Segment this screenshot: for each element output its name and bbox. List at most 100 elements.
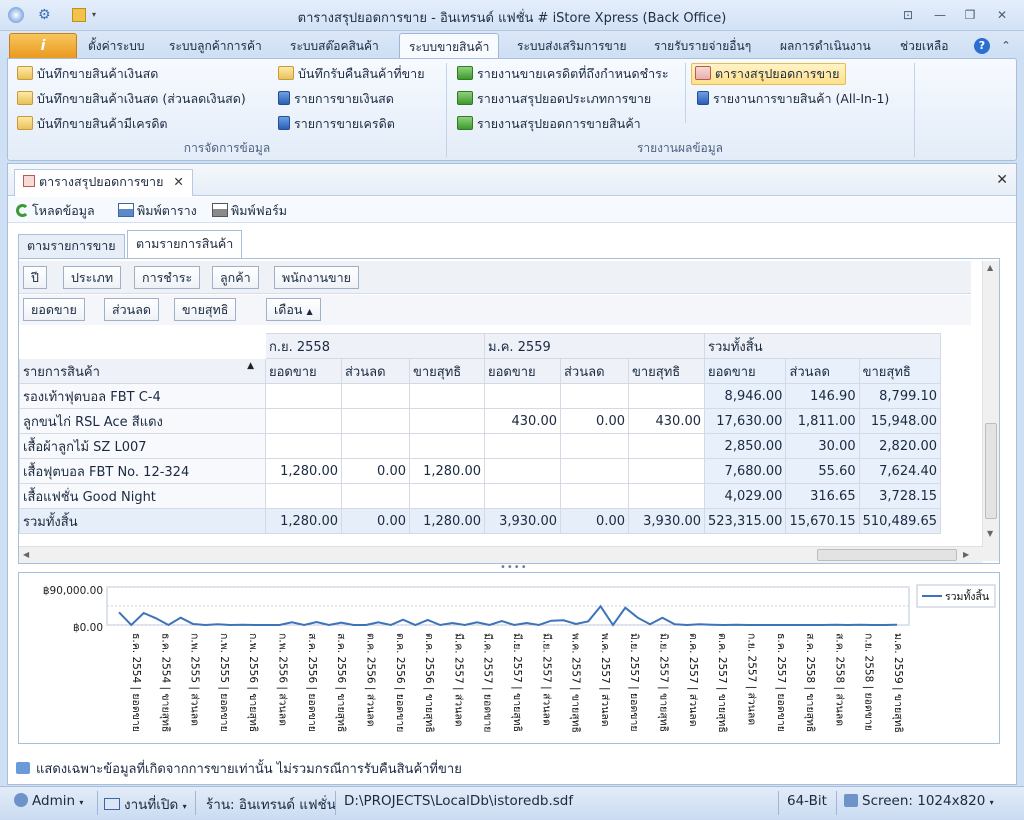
table-row[interactable]: รองเท้าฟุตบอล FBT C-4 8,946.00 146.90 8,799…: [19, 383, 942, 409]
filter-field-year[interactable]: ปี: [23, 266, 47, 289]
reload-button[interactable]: โหลดข้อมูล: [16, 201, 95, 221]
scrollbar-thumb[interactable]: [985, 423, 997, 519]
table-row[interactable]: ลูกขนไก่ RSL Ace สีแดง 430.00 0.00 430.00 17…: [19, 408, 942, 434]
column-field-label: เดือน: [274, 302, 303, 317]
value-cell: 146.90: [785, 383, 860, 409]
value-cell: [628, 383, 705, 409]
measure-header: ขายสุทธิ: [409, 358, 485, 384]
data-field-net[interactable]: ขายสุทธิ: [174, 298, 237, 321]
x-tick-label: ส.ค. 2556 | ขายสุทธิ: [335, 633, 347, 732]
ribbon-item-label: บันทึกรับคืนสินค้าที่ขาย: [298, 66, 425, 81]
value-cell: 0.00: [341, 458, 410, 484]
ribbon-item-sales-return[interactable]: บันทึกรับคืนสินค้าที่ขาย: [278, 64, 425, 86]
ribbon-item-cash-sale-discount[interactable]: บันทึกขายสินค้าเงินสด (ส่วนลดเงินสด): [17, 89, 246, 111]
scroll-left-icon[interactable]: ◀: [23, 550, 29, 559]
x-tick-label: มี.ย. 2557 | ขายสุทธิ: [511, 633, 524, 732]
folder-icon: [278, 66, 294, 80]
x-tick-label: มิ.ย. 2557 | ยอดขาย: [628, 633, 640, 732]
status-divider: [836, 791, 837, 815]
filter-field-type[interactable]: ประเภท: [63, 266, 122, 289]
column-field-month[interactable]: เดือน ▲: [266, 298, 321, 321]
ribbon-item-cash-sales-list[interactable]: รายการขายเงินสด: [278, 89, 394, 111]
print-table-button[interactable]: พิมพ์ตาราง: [118, 201, 197, 221]
filter-field-payment[interactable]: การชำระ: [134, 266, 201, 289]
column-group-header[interactable]: ก.ย. 2558: [265, 333, 485, 359]
x-tick-label: ธ.ค. 2554 | ยอดขาย: [130, 633, 142, 732]
data-field-discount[interactable]: ส่วนลด: [104, 298, 159, 321]
collapse-ribbon-icon[interactable]: ⌃: [998, 38, 1014, 54]
ribbon-item-all-in-one-report[interactable]: รายงานการขายสินค้า (All-In-1): [697, 89, 889, 111]
footer-note-text: แสดงเฉพาะข้อมูลที่เกิดจากการขายเท่านั้น …: [36, 762, 462, 777]
scroll-down-icon[interactable]: ▼: [987, 529, 993, 538]
close-document-icon[interactable]: ✕: [996, 172, 1008, 188]
column-group-header[interactable]: ม.ค. 2559: [484, 333, 705, 359]
tab-stock[interactable]: ระบบสต๊อคสินค้า: [290, 37, 379, 56]
group-divider: [914, 63, 915, 157]
data-field-sales[interactable]: ยอดขาย: [23, 298, 85, 321]
x-tick-label: ธ.ค. 2557 | ยอดขาย: [775, 633, 787, 732]
table-row[interactable]: เสื้อแฟชั่น Good Night 4,029.00 316.65 3,72…: [19, 483, 942, 509]
row-field-header[interactable]: รายการสินค้า ▲: [19, 358, 266, 384]
tab-performance[interactable]: ผลการดำเนินงาน: [780, 37, 871, 56]
vertical-scrollbar[interactable]: ▲ ▼: [982, 261, 999, 561]
tab-by-product[interactable]: ตามรายการสินค้า: [127, 230, 243, 259]
ribbon-item-sales-type-report[interactable]: รายงานสรุปยอดประเภทการขาย: [457, 89, 651, 111]
value-cell: [341, 383, 410, 409]
window-extra-button[interactable]: ⊡: [896, 6, 920, 24]
value-cell: 7,624.40: [858, 458, 942, 484]
value-cell: [265, 383, 342, 409]
total-value-cell: 1,280.00: [409, 508, 485, 534]
ribbon-item-product-sales-report[interactable]: รายงานสรุปยอดการขายสินค้า: [457, 114, 641, 136]
column-group-header[interactable]: รวมทั้งสิ้น: [703, 333, 942, 359]
scrollbar-thumb[interactable]: [817, 549, 957, 561]
tab-income-expense[interactable]: รายรับรายจ่ายอื่นๆ: [654, 37, 751, 56]
status-divider: [97, 791, 98, 815]
print-form-button[interactable]: พิมพ์ฟอร์ม: [212, 201, 287, 221]
printer-icon: [212, 203, 228, 217]
tab-by-sale[interactable]: ตามรายการขาย: [18, 234, 125, 258]
ribbon-item-cash-sale[interactable]: บันทึกขายสินค้าเงินสด: [17, 64, 158, 86]
filter-field-salesperson[interactable]: พนักงานขาย: [274, 266, 359, 289]
ribbon-item-label: รายการขายเครดิต: [294, 116, 395, 131]
value-cell: 3,728.15: [858, 483, 942, 509]
ribbon-panel: บันทึกขายสินค้าเงินสด บันทึกขายสินค้าเงิ…: [7, 58, 1017, 161]
tab-help[interactable]: ช่วยเหลือ: [900, 37, 949, 56]
ribbon-item-credit-sale[interactable]: บันทึกขายสินค้ามีเครดิต: [17, 114, 168, 136]
document-icon: [278, 116, 290, 130]
filter-field-area: ปี ประเภท การชำระ ลูกค้า พนักงานขาย: [19, 261, 971, 294]
x-tick-label: ส.ค. 2556 | ยอดขาย: [306, 633, 318, 732]
tab-promotion[interactable]: ระบบส่งเสริมการขาย: [517, 37, 627, 56]
minimize-button[interactable]: —: [928, 6, 952, 24]
measure-header: ส่วนลด: [560, 358, 629, 384]
x-tick-label: ก.ย. 2557 | ส่วนลด: [746, 633, 758, 725]
filter-field-customer[interactable]: ลูกค้า: [212, 266, 259, 289]
ribbon-item-credit-due-report[interactable]: รายงานขายเครดิตที่ถึงกำหนดชำระ: [457, 64, 669, 86]
application-menu-button[interactable]: i: [9, 33, 77, 59]
x-tick-label: ส.ค. 2558 | ขายสุทธิ: [804, 633, 816, 732]
tab-customers[interactable]: ระบบลูกค้าการค้า: [169, 37, 262, 56]
ribbon-item-label: บันทึกขายสินค้ามีเครดิต: [37, 116, 168, 131]
ribbon-item-credit-sales-list[interactable]: รายการขายเครดิต: [278, 114, 395, 136]
table-row[interactable]: เสื้อฟุตบอล FBT No. 12-324 1,280.00 0.00 1,…: [19, 458, 942, 484]
screen-resolution-menu[interactable]: Screen: 1024x820 ▾: [844, 793, 994, 809]
tab-sales[interactable]: ระบบขายสินค้า: [399, 33, 500, 60]
close-button[interactable]: ✕: [990, 6, 1014, 24]
ribbon-item-label: ตารางสรุปยอดการขาย: [715, 66, 840, 81]
user-menu[interactable]: Admin ▾: [14, 793, 83, 809]
group-label-reports: รายงานผลข้อมูล: [636, 141, 724, 155]
help-icon[interactable]: ?: [974, 38, 990, 54]
ribbon-item-label: รายงานขายเครดิตที่ถึงกำหนดชำระ: [477, 66, 669, 81]
ribbon-item-sales-summary-table[interactable]: ตารางสรุปยอดการขาย: [691, 63, 847, 85]
tab-system-settings[interactable]: ตั้งค่าระบบ: [88, 37, 145, 56]
table-row[interactable]: เสื้อผ้าลูกไม้ SZ L007 2,850.00 30.00 2,820…: [19, 433, 942, 459]
open-jobs-menu[interactable]: งานที่เปิด ▾: [104, 793, 187, 815]
open-jobs-label: งานที่เปิด: [124, 797, 179, 813]
close-tab-icon[interactable]: ✕: [173, 174, 183, 189]
scroll-right-icon[interactable]: ▶: [963, 550, 969, 559]
maximize-button[interactable]: ❐: [958, 6, 982, 24]
document-tab[interactable]: ตารางสรุปยอดการขาย ✕: [14, 169, 193, 196]
product-name-cell: เสื้อผ้าลูกไม้ SZ L007: [19, 433, 266, 459]
x-tick-label: มี.ค. 2557 | ส่วนลด: [452, 633, 465, 727]
scroll-up-icon[interactable]: ▲: [987, 263, 993, 272]
horizontal-scrollbar[interactable]: ◀ ▶: [19, 546, 983, 563]
